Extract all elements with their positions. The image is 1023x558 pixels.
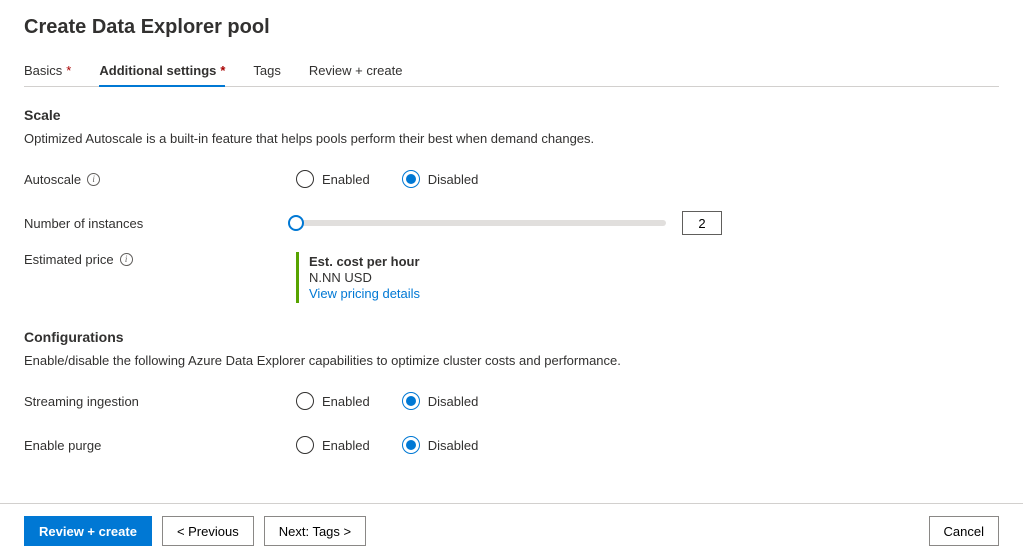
scale-description: Optimized Autoscale is a built-in featur… bbox=[24, 131, 999, 146]
previous-button[interactable]: < Previous bbox=[162, 516, 254, 546]
tab-additional-label: Additional settings bbox=[99, 63, 216, 78]
scale-heading: Scale bbox=[24, 107, 999, 123]
review-create-button[interactable]: Review + create bbox=[24, 516, 152, 546]
tab-review-label: Review + create bbox=[309, 63, 403, 78]
tab-bar: Basics * Additional settings * Tags Review… bbox=[24, 57, 999, 87]
configurations-description: Enable/disable the following Azure Data … bbox=[24, 353, 999, 368]
radio-label: Disabled bbox=[428, 438, 479, 453]
estimated-price-box: Est. cost per hour N.NN USD View pricing… bbox=[296, 252, 420, 303]
estimated-price-label: Estimated price bbox=[24, 252, 114, 267]
autoscale-disabled-radio[interactable]: Disabled bbox=[402, 170, 479, 188]
purge-disabled-radio[interactable]: Disabled bbox=[402, 436, 479, 454]
radio-circle-icon bbox=[296, 436, 314, 454]
autoscale-enabled-radio[interactable]: Enabled bbox=[296, 170, 370, 188]
radio-label: Disabled bbox=[428, 394, 479, 409]
info-icon[interactable]: i bbox=[87, 173, 100, 186]
streaming-disabled-radio[interactable]: Disabled bbox=[402, 392, 479, 410]
page-title: Create Data Explorer pool bbox=[24, 16, 999, 39]
instances-slider[interactable] bbox=[296, 220, 666, 226]
tab-review-create[interactable]: Review + create bbox=[309, 57, 403, 86]
tab-tags-label: Tags bbox=[253, 63, 280, 78]
configurations-heading: Configurations bbox=[24, 329, 999, 345]
tab-basics-label: Basics bbox=[24, 63, 62, 78]
autoscale-radio-group: Enabled Disabled bbox=[296, 170, 478, 188]
price-title: Est. cost per hour bbox=[309, 254, 420, 269]
tab-basics[interactable]: Basics * bbox=[24, 57, 71, 86]
enable-purge-label: Enable purge bbox=[24, 438, 101, 453]
purge-radio-group: Enabled Disabled bbox=[296, 436, 478, 454]
autoscale-label: Autoscale bbox=[24, 172, 81, 187]
streaming-enabled-radio[interactable]: Enabled bbox=[296, 392, 370, 410]
streaming-ingestion-label: Streaming ingestion bbox=[24, 394, 139, 409]
radio-label: Disabled bbox=[428, 172, 479, 187]
radio-circle-icon bbox=[296, 170, 314, 188]
required-indicator-icon: * bbox=[66, 63, 71, 78]
cancel-button[interactable]: Cancel bbox=[929, 516, 999, 546]
tab-additional-settings[interactable]: Additional settings * bbox=[99, 57, 225, 86]
info-icon[interactable]: i bbox=[120, 253, 133, 266]
price-value: N.NN USD bbox=[309, 270, 420, 285]
required-indicator-icon: * bbox=[220, 63, 225, 78]
radio-label: Enabled bbox=[322, 438, 370, 453]
instances-input[interactable] bbox=[682, 211, 722, 235]
streaming-radio-group: Enabled Disabled bbox=[296, 392, 478, 410]
instances-label: Number of instances bbox=[24, 216, 143, 231]
next-button[interactable]: Next: Tags > bbox=[264, 516, 366, 546]
tab-tags[interactable]: Tags bbox=[253, 57, 280, 86]
purge-enabled-radio[interactable]: Enabled bbox=[296, 436, 370, 454]
radio-circle-icon bbox=[402, 392, 420, 410]
footer-bar: Review + create < Previous Next: Tags > … bbox=[0, 503, 1023, 558]
slider-thumb-icon[interactable] bbox=[288, 215, 304, 231]
radio-label: Enabled bbox=[322, 394, 370, 409]
radio-label: Enabled bbox=[322, 172, 370, 187]
pricing-details-link[interactable]: View pricing details bbox=[309, 286, 420, 301]
radio-circle-icon bbox=[402, 436, 420, 454]
radio-circle-icon bbox=[402, 170, 420, 188]
radio-circle-icon bbox=[296, 392, 314, 410]
